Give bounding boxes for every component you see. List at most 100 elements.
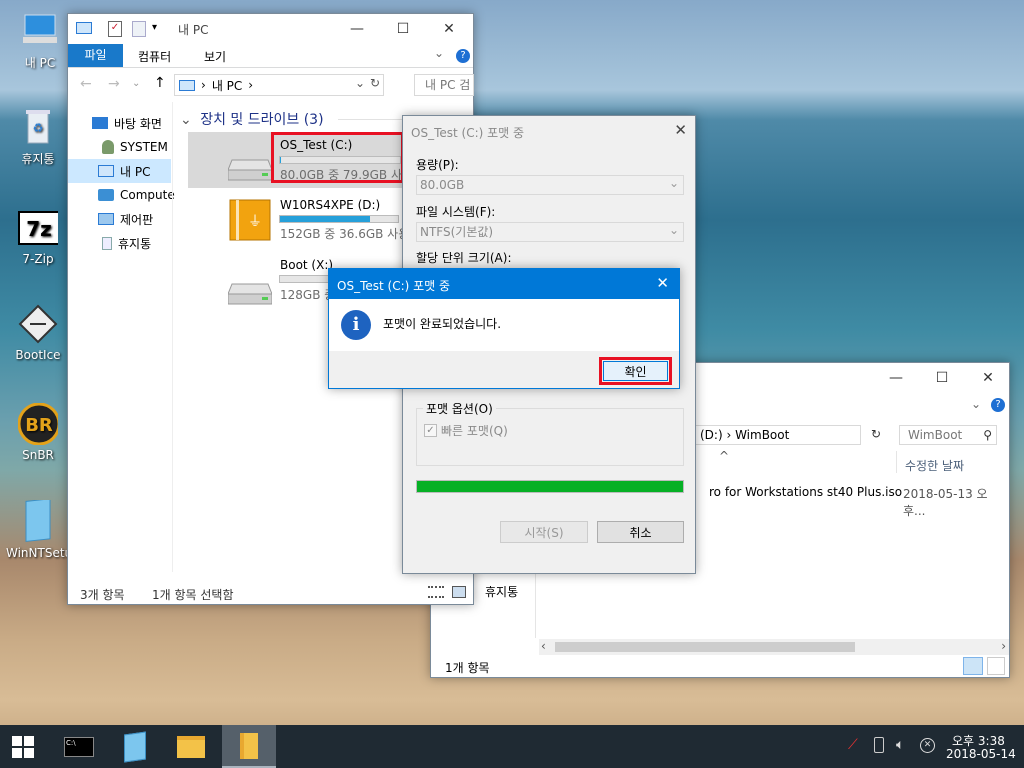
refresh-icon[interactable]: ↻ [871,427,881,441]
scrollbar-thumb[interactable] [555,642,855,652]
help-icon[interactable]: ? [991,398,1005,412]
nav-item-network[interactable]: Compute [98,184,175,206]
search-box[interactable]: 내 PC 검 [414,74,474,96]
tray-volume-icon[interactable]: 🔈︎ [896,737,904,753]
qat-properties-icon[interactable]: ✓ [108,21,122,37]
desktop-icon-label: WinNTSetup [6,546,80,560]
message-text: 포맷이 완료되었습니다. [383,317,502,331]
desktop-icon-label: BootIce [15,348,61,362]
status-count: 3개 항목 [80,588,125,602]
ribbon-expand-icon[interactable]: ⌄ [434,46,444,60]
tray-close-circle-icon[interactable]: ✕ [920,738,935,753]
cancel-button[interactable]: 취소 [597,521,684,543]
taskbar-explorer-2-active[interactable] [222,725,276,768]
address-bar[interactable]: › 내 PC › ⌄ ↻ [174,74,384,96]
nav-item-recycle-bin[interactable]: 휴지통 [485,583,518,600]
address-dropdown-icon[interactable]: ⌄ [355,76,365,90]
close-icon[interactable]: ✕ [674,121,687,139]
sort-chevron-icon: ^ [719,449,730,463]
capacity-select[interactable]: 80.0GB [416,174,684,195]
scroll-left-icon[interactable]: ‹ [541,639,546,653]
nav-item-desktop[interactable]: 바탕 화면 [92,112,162,134]
breadcrumb-location[interactable]: 내 PC [212,77,242,94]
desktop-icon-winntsetup[interactable]: WinNTSetup [6,500,80,560]
tiles-view-icon[interactable] [987,657,1005,675]
details-view-icon[interactable] [963,657,983,675]
status-selected: 1개 항목 선택함 [152,588,234,602]
close-icon[interactable]: ✕ [656,274,669,292]
nav-item-my-pc[interactable]: 내 PC [98,160,150,182]
qat-newfolder-icon[interactable] [132,21,146,37]
desktop-icon-label: 휴지통 [21,152,55,166]
folder-icon [177,735,205,758]
desktop-icon-my-pc[interactable]: 내 PC [10,10,70,71]
nav-item-recycle-bin[interactable]: 휴지통 [102,232,151,254]
refresh-icon[interactable]: ↻ [370,76,380,90]
recent-dropdown-icon[interactable]: ⌄ [132,78,140,89]
svg-text:⏚: ⏚ [248,214,262,230]
desktop-icon-recycle-bin[interactable]: ♻ 휴지통 [8,106,68,167]
computer-icon [20,10,60,50]
desktop-icon-7zip[interactable]: 7z 7-Zip [8,208,68,266]
column-header-modified[interactable]: 수정한 날짜 [905,457,964,474]
drive-name: OS_Test (C:) [280,138,353,152]
up-button[interactable]: ↑ [154,75,166,91]
windows-logo-icon [12,735,34,758]
desktop-icon-snbr[interactable]: BR SnBR [8,403,68,462]
nav-label: 내 PC [120,164,151,179]
tray-usb-icon[interactable] [874,737,884,753]
format-progress-bar [416,480,684,493]
section-collapse-icon[interactable]: ⌄ [180,112,192,128]
search-placeholder: WimBoot [908,428,963,442]
quick-format-checkbox[interactable]: ✓ 빠른 포맷(Q) [424,422,508,439]
ribbon-tab-file[interactable]: 파일 [68,44,123,67]
help-icon[interactable]: ? [456,49,470,63]
section-header[interactable]: ⌄ 장치 및 드라이브 (3) [180,109,324,129]
horizontal-scrollbar[interactable]: ‹ › [539,639,1009,655]
close-button[interactable]: ✕ [965,363,1011,393]
ribbon-tab-view[interactable]: 보기 [204,48,226,65]
details-view-icon[interactable] [428,586,444,598]
chevron-down-icon[interactable]: ⌄ [971,397,981,411]
clock-date[interactable]: 2018-05-14 [946,747,1016,761]
drive-name: Boot (X:) [280,258,334,272]
scroll-right-icon[interactable]: › [1001,639,1006,653]
maximize-button[interactable]: ☐ [919,363,965,393]
file-date: 2018-05-13 오후... [903,487,988,518]
address-bar[interactable]: (D:) › WimBoot [693,425,861,445]
ribbon-tab-computer[interactable]: 컴퓨터 [138,48,171,65]
taskbar-winntsetup[interactable] [112,725,158,768]
ok-button-label: 확인 [624,364,647,379]
file-name: ro for Workstations st40 Plus.iso [709,485,903,499]
desktop-icon-bootice[interactable]: BootIce [8,304,68,362]
nav-pane-divider [172,102,173,572]
capacity-label: 용량(P): [416,158,459,172]
start-button[interactable]: 시작(S) [500,521,588,543]
maximize-button[interactable]: ☐ [380,14,426,44]
search-box[interactable]: WimBoot ⚲ [899,425,997,445]
taskbar-cmd[interactable]: C:\ [56,725,102,768]
back-button[interactable]: ← [80,76,92,92]
ribbon-divider [68,67,473,68]
start-button[interactable] [0,725,46,768]
nav-label: 제어판 [120,212,154,227]
tiles-view-icon[interactable] [452,586,466,598]
tray-network-icon[interactable]: ⟋ [848,737,858,753]
file-row[interactable]: ro for Workstations st40 Plus.iso 2018-0… [703,485,1009,518]
minimize-button[interactable]: — [873,363,919,393]
nav-item-system[interactable]: SYSTEM [102,136,168,158]
minimize-button[interactable]: — [334,14,380,44]
winntsetup-icon [18,500,58,542]
cancel-button-label: 취소 [629,525,652,540]
forward-button[interactable]: → [108,76,120,92]
ok-button[interactable]: 확인 [603,361,668,381]
drive-usage-fill [280,216,370,222]
qat-dropdown-icon[interactable]: ▾ [152,22,157,33]
bootice-icon [18,304,58,344]
allocation-label: 할당 단위 크기(A): [416,251,512,265]
filesystem-select[interactable]: NTFS(기본값) [416,221,684,242]
nav-item-control-panel[interactable]: 제어판 [98,208,153,230]
taskbar-explorer-1[interactable] [168,725,214,768]
message-box-title: OS_Test (C:) 포맷 중 [337,279,451,293]
close-button[interactable]: ✕ [426,14,472,44]
